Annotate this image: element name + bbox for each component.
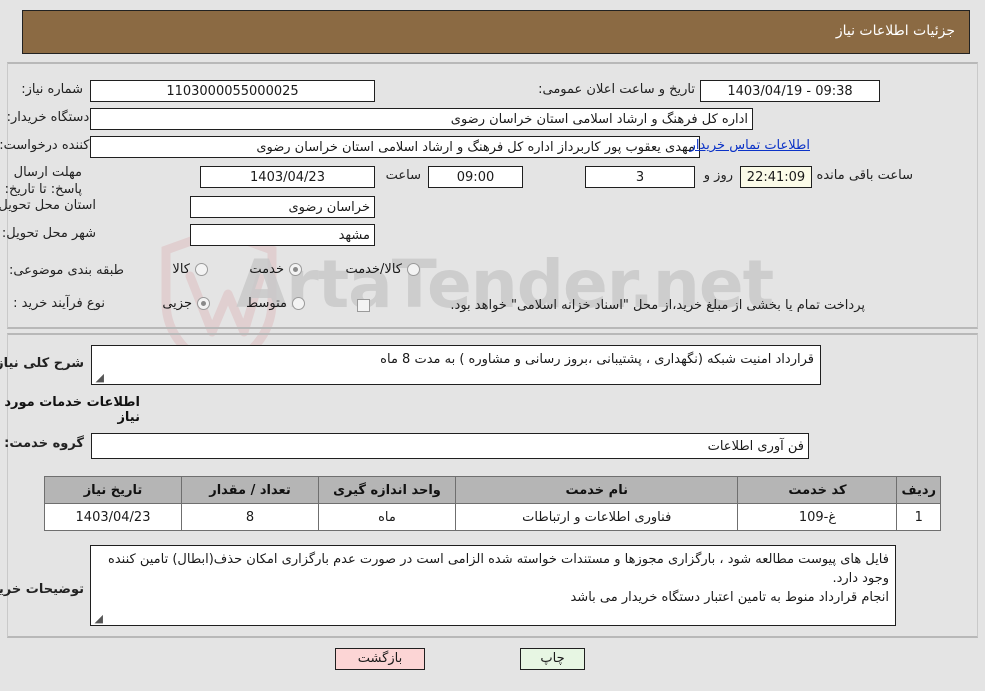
radio-label: خدمت (249, 262, 284, 277)
print-button[interactable]: چاپ (520, 648, 585, 670)
services-table: ردیف کد خدمت نام خدمت واحد اندازه گیری ت… (44, 476, 941, 531)
description-label: شرح کلی نیاز: (0, 356, 84, 371)
buyer-notes-line-1: فایل های پیوست مطالعه شود ، بارگزاری مجو… (108, 552, 889, 586)
deadline-hour-label: ساعت (385, 168, 421, 183)
radio-indicator (292, 297, 305, 310)
cell-service-code: غ-109 (737, 503, 898, 531)
classification-label: طبقه بندی موضوعی: (8, 263, 124, 278)
radio-indicator (197, 297, 210, 310)
service-group-label: گروه خدمت: (4, 436, 84, 451)
column-header-service-name: نام خدمت (454, 476, 739, 504)
page-header-bar: جزئیات اطلاعات نیاز (22, 10, 970, 54)
radio-classification-kala[interactable]: کالا (172, 262, 208, 277)
buyer-org-field[interactable]: اداره کل فرهنگ و ارشاد اسلامی استان خراس… (90, 108, 753, 130)
resize-grip-icon[interactable]: ◢ (94, 372, 104, 383)
remaining-time-field: 22:41:09 (740, 166, 812, 188)
table-header-row: ردیف کد خدمت نام خدمت واحد اندازه گیری ت… (44, 476, 941, 504)
treasury-checkbox[interactable] (357, 299, 370, 312)
radio-indicator (289, 263, 302, 276)
cell-quantity: 8 (181, 503, 319, 531)
requester-field[interactable]: مهدی یعقوب پور کاربرداز اداره کل فرهنگ و… (90, 136, 700, 158)
announce-datetime-label: تاریخ و ساعت اعلان عمومی: (538, 82, 695, 97)
radio-label: متوسط (246, 296, 287, 311)
need-number-label: شماره نیاز: (21, 82, 83, 97)
services-section-title: اطلاعات خدمات مورد نیاز (4, 395, 140, 425)
buyer-notes-line-2: انجام قرارداد منوط به تامین اعتبار دستگا… (570, 590, 889, 605)
cell-unit: ماه (318, 503, 456, 531)
column-header-need-date: تاریخ نیاز (44, 476, 182, 504)
service-group-field[interactable]: فن آوری اطلاعات (91, 433, 809, 459)
radio-indicator (195, 263, 208, 276)
radio-label: جزیی (162, 296, 192, 311)
need-number-field[interactable]: 1103000055000025 (90, 80, 375, 102)
deadline-date-field[interactable]: 1403/04/23 (200, 166, 375, 188)
column-header-quantity: تعداد / مقدار (181, 476, 319, 504)
remaining-time-label: ساعت باقی مانده (816, 168, 913, 183)
deadline-hour-field[interactable]: 09:00 (428, 166, 523, 188)
radio-label: کالا/خدمت (345, 262, 402, 277)
remaining-days-label: روز و (703, 168, 733, 183)
cell-row-no: 1 (896, 503, 941, 531)
radio-process-jozei[interactable]: جزیی (162, 296, 210, 311)
radio-indicator (407, 263, 420, 276)
cell-service-name: فناوری اطلاعات و ارتباطات (454, 503, 739, 531)
buyer-contact-link[interactable]: اطلاعات تماس خریدار (690, 138, 810, 153)
need-info-panel (7, 62, 978, 329)
buyer-notes-label: توضیحات خریدار: (0, 582, 84, 597)
column-header-service-code: کد خدمت (737, 476, 898, 504)
remaining-days-field[interactable]: 3 (585, 166, 695, 188)
buyer-notes-textarea[interactable]: فایل های پیوست مطالعه شود ، بارگزاری مجو… (90, 545, 896, 626)
province-field[interactable]: خراسان رضوی (190, 196, 375, 218)
radio-classification-khedmat[interactable]: خدمت (249, 262, 302, 277)
radio-label: کالا (172, 262, 190, 277)
city-label: شهر محل تحویل: (1, 226, 96, 241)
need-details-page: ArtaTender.net جزئیات اطلاعات نیاز شماره… (0, 0, 985, 691)
description-textarea[interactable]: قرارداد امنیت شبکه (نگهداری ، پشتیبانی ،… (91, 345, 821, 385)
column-header-unit: واحد اندازه گیری (318, 476, 456, 504)
province-label: استان محل تحویل: (0, 198, 96, 213)
city-field[interactable]: مشهد (190, 224, 375, 246)
description-text: قرارداد امنیت شبکه (نگهداری ، پشتیبانی ،… (380, 352, 814, 367)
cell-need-date: 1403/04/23 (44, 503, 182, 531)
table-row: 1 غ-109 فناوری اطلاعات و ارتباطات ماه 8 … (44, 503, 941, 531)
deadline-label: مهلت ارسال پاسخ: تا تاریخ: (4, 165, 82, 197)
process-label: نوع فرآیند خرید : (13, 296, 105, 311)
back-button[interactable]: بازگشت (335, 648, 425, 670)
resize-grip-icon[interactable]: ◢ (93, 613, 103, 624)
radio-process-motevaset[interactable]: متوسط (246, 296, 305, 311)
page-title: جزئیات اطلاعات نیاز (835, 23, 955, 39)
treasury-checkbox-label: پرداخت تمام یا بخشی از مبلغ خرید،از محل … (450, 298, 865, 313)
radio-classification-kala-khedmat[interactable]: کالا/خدمت (345, 262, 420, 277)
column-header-row-no: ردیف (896, 476, 941, 504)
announce-datetime-field[interactable]: 09:38 - 1403/04/19 (700, 80, 880, 102)
